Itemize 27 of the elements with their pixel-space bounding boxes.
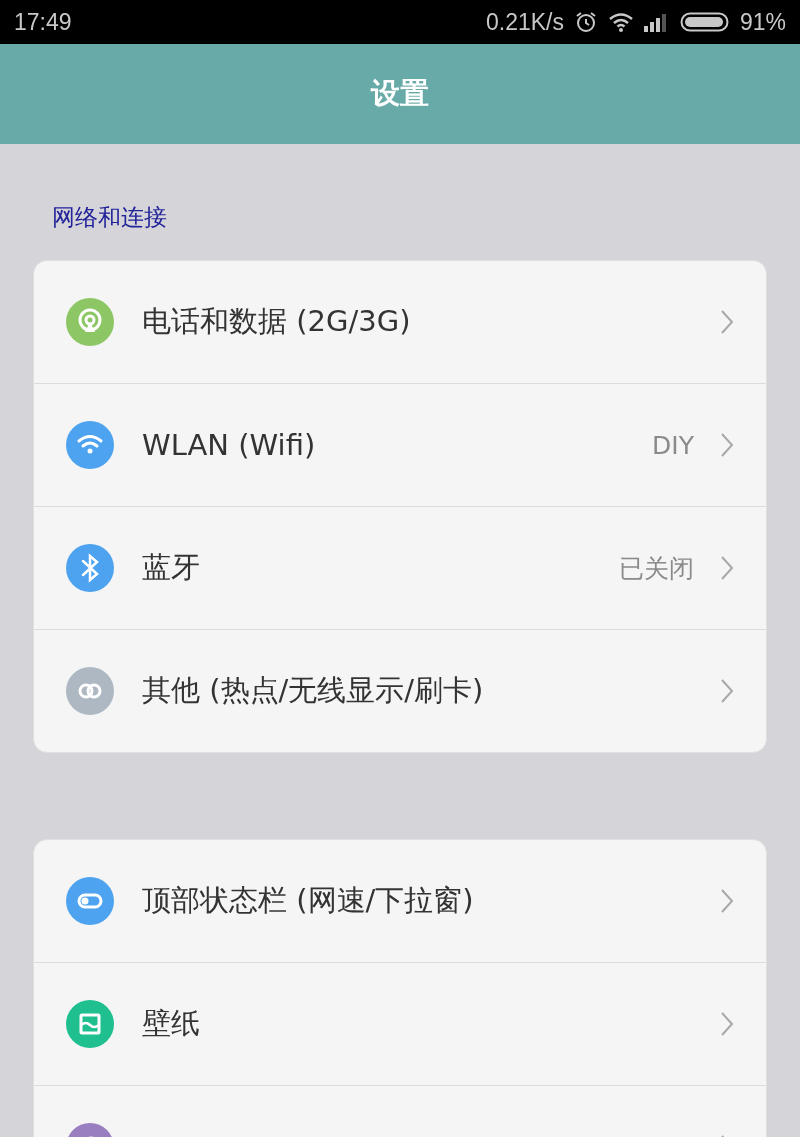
wifi-icon (607, 11, 634, 33)
settings-row[interactable]: 蓝牙 已关闭 (34, 506, 766, 629)
row-label: 其他 (热点/无线显示/刷卡) (142, 672, 484, 709)
chevron-icon (720, 888, 734, 914)
settings-row[interactable]: 其他 (热点/无线显示/刷卡) (34, 629, 766, 752)
battery-icon (679, 11, 730, 33)
section-title: 网络和连接 (52, 203, 168, 232)
row-value: 已关闭 (619, 552, 694, 585)
chevron-icon (720, 309, 734, 335)
settings-row[interactable]: 电话和数据 (2G/3G) (34, 261, 766, 383)
status-time: 17:49 (14, 8, 72, 36)
row-label: 电话和数据 (2G/3G) (142, 303, 411, 340)
chevron-icon (720, 678, 734, 704)
battery-percent: 91% (739, 8, 786, 36)
chevron-icon (720, 432, 734, 458)
row-label: 壁纸 (142, 1005, 200, 1042)
row-label: WLAN (Wifi) (142, 428, 316, 462)
row-label: 蓝牙 (142, 549, 200, 586)
settings-row[interactable]: 顶部状态栏 (网速/下拉窗) (34, 840, 766, 962)
row-value: DIY (652, 430, 694, 460)
settings-row[interactable]: 壁纸 (34, 962, 766, 1085)
row-label: 顶部状态栏 (网速/下拉窗) (142, 882, 474, 919)
chevron-icon (720, 1011, 734, 1037)
network-speed: 0.21K/s (485, 8, 564, 36)
page-title: 设置 (371, 75, 429, 112)
settings-row[interactable]: WLAN (Wifi) DIY (34, 383, 766, 506)
chevron-icon (720, 555, 734, 581)
